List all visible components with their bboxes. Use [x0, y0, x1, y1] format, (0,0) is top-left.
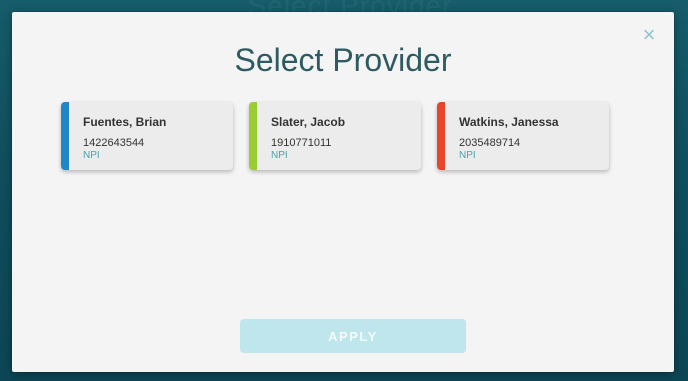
provider-card-watkins[interactable]: Watkins, Janessa 2035489714 NPI: [437, 102, 609, 170]
provider-number: 2035489714: [459, 137, 521, 149]
provider-color-stripe: [249, 102, 257, 170]
provider-id-type: NPI: [459, 150, 476, 161]
provider-number: 1910771011: [271, 137, 332, 149]
provider-card-fuentes[interactable]: Fuentes, Brian 1422643544 NPI: [61, 102, 233, 170]
provider-color-stripe: [61, 102, 69, 170]
provider-name: Fuentes, Brian: [83, 115, 167, 129]
provider-id-type: NPI: [271, 150, 288, 161]
provider-name: Slater, Jacob: [271, 115, 346, 129]
select-provider-dialog: × Select Provider Fuentes, Brian 1422643…: [12, 12, 674, 372]
provider-name: Watkins, Janessa: [459, 115, 559, 129]
dialog-title: Select Provider: [234, 42, 452, 78]
provider-card-slater[interactable]: Slater, Jacob 1910771011 NPI: [249, 102, 421, 170]
provider-number: 1422643544: [83, 137, 145, 149]
apply-button[interactable]: APPLY: [240, 319, 466, 353]
provider-list: Fuentes, Brian 1422643544 NPI Slater, Ja…: [61, 102, 621, 172]
provider-id-type: NPI: [83, 150, 100, 161]
provider-color-stripe: [437, 102, 445, 170]
